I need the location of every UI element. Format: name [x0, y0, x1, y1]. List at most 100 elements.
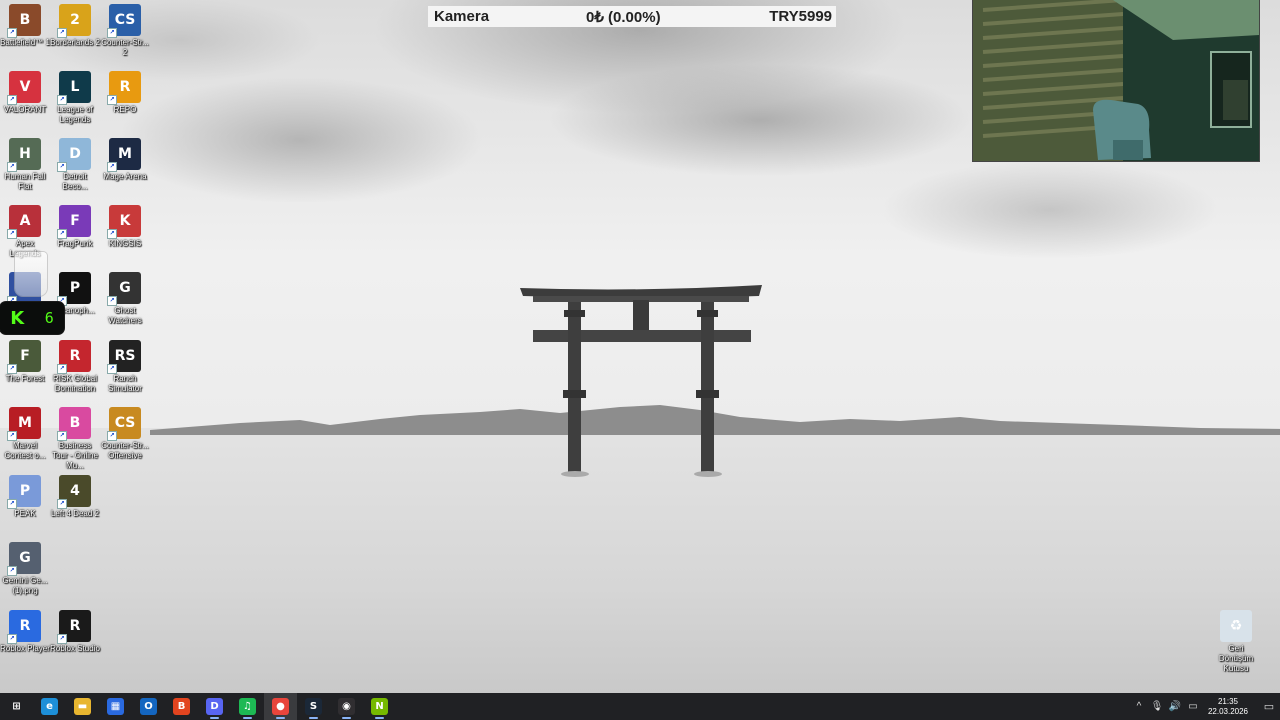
- desktop-icon[interactable]: R ↗ REPO: [100, 71, 150, 115]
- desktop-icon-image: B ↗: [57, 407, 91, 441]
- desktop-icon[interactable]: L ↗ League of Legends: [50, 71, 100, 125]
- desktop-icon[interactable]: F ↗ The Forest: [0, 340, 50, 384]
- taskbar-file-explorer[interactable]: ▬: [66, 693, 99, 720]
- desktop-icon[interactable]: D ↗ Detroit Beco...: [50, 138, 100, 192]
- desktop-icon-label: Mage Arena: [103, 172, 147, 181]
- desktop-icon-image: M ↗: [7, 407, 41, 441]
- desktop-icon-image: CS ↗: [107, 407, 141, 441]
- desktop-icon-image: 2 ↗: [57, 4, 91, 38]
- desktop-icon-image: G ↗: [107, 272, 141, 306]
- desktop-icon[interactable]: H ↗ Human Fall Flat: [0, 138, 50, 192]
- desktop-icon-glyph: G: [19, 550, 31, 566]
- desktop-icon-label: Counter-Str... Offensive: [101, 441, 149, 460]
- desktop-icon-image: R ↗: [57, 340, 91, 374]
- desktop-icon-image: ♻: [1220, 610, 1252, 642]
- shortcut-arrow-icon: ↗: [107, 28, 117, 38]
- shortcut-arrow-icon: ↗: [57, 499, 67, 509]
- brave-icon: B: [173, 698, 190, 715]
- taskbar-spotify[interactable]: ♫: [231, 693, 264, 720]
- tray-overflow-chevron-icon[interactable]: ^: [1131, 701, 1147, 712]
- desktop-icon-label: PEAK: [14, 509, 36, 518]
- taskbar-steam[interactable]: S: [297, 693, 330, 720]
- desktop-icon-glyph: K: [119, 213, 131, 229]
- desktop-icon[interactable]: R ↗ Roblox Studio: [50, 610, 100, 654]
- shortcut-arrow-icon: ↗: [107, 162, 117, 172]
- kick-count: 6: [44, 309, 54, 327]
- desktop-icon-label: Marvel Contest o...: [4, 441, 46, 460]
- desktop-icon[interactable]: A↗Apex Legends: [0, 205, 50, 259]
- taskbar-brave[interactable]: B: [165, 693, 198, 720]
- desktop-icon[interactable]: RS ↗ Ranch Simulator: [100, 340, 150, 394]
- desktop-icon[interactable]: G ↗ Ghost Watchers: [100, 272, 150, 326]
- spotify-icon: ♫: [239, 698, 256, 715]
- taskbar-edge[interactable]: e: [33, 693, 66, 720]
- desktop-icon-image: K ↗: [107, 205, 141, 239]
- desktop-icon-image: M ↗: [107, 138, 141, 172]
- desktop-icon-label: VALORANT: [3, 105, 47, 114]
- webcam-overlay: [973, 0, 1259, 161]
- taskbar-start-button[interactable]: ⊞: [0, 693, 33, 720]
- shortcut-arrow-icon: ↗: [57, 364, 67, 374]
- desktop-icon-glyph: F: [20, 348, 30, 364]
- desktop-icon[interactable]: G ↗ Gemini Ge... (1).png: [0, 542, 50, 596]
- desktop-icon-image: F ↗: [57, 205, 91, 239]
- desktop-icon[interactable]: CS ↗ Counter-Str... 2: [100, 4, 150, 58]
- shortcut-arrow-icon: ↗: [7, 566, 17, 576]
- shortcut-arrow-icon: ↗: [107, 229, 117, 239]
- desktop-icon[interactable]: ♻ Geri Dönüşüm Kutusu: [1211, 610, 1261, 674]
- desktop-icon-image: R ↗: [7, 610, 41, 644]
- network-icon[interactable]: ▭: [1185, 701, 1201, 712]
- taskbar-clock[interactable]: 21:35 22.03.2026: [1208, 697, 1248, 717]
- desktop-icon-glyph: L: [70, 79, 80, 95]
- desktop-icon[interactable]: B ↗ Battlefield™ 1: [0, 4, 50, 48]
- taskbar-discord[interactable]: D: [198, 693, 231, 720]
- notification-center-icon[interactable]: ▭: [1258, 700, 1280, 713]
- desktop-icon[interactable]: R ↗ Roblox Player: [0, 610, 50, 654]
- desktop-icon-glyph: 2: [70, 12, 80, 28]
- shortcut-arrow-icon: ↗: [57, 634, 67, 644]
- shortcut-arrow-icon: ↗: [107, 95, 117, 105]
- desktop-icon-glyph: D: [69, 146, 81, 162]
- shortcut-arrow-icon: ↗: [107, 296, 117, 306]
- desktop-icon-image: RS ↗: [107, 340, 141, 374]
- desktop-icon-glyph: CS: [114, 12, 136, 28]
- microsoft-store-icon: ▦: [107, 698, 124, 715]
- desktop-icon[interactable]: M ↗ Marvel Contest o...: [0, 407, 50, 461]
- desktop-icon-glyph: G: [119, 280, 131, 296]
- desktop-icon[interactable]: CS ↗ Counter-Str... Offensive: [100, 407, 150, 461]
- desktop-icon-image: L ↗: [57, 71, 91, 105]
- desktop-icon[interactable]: V ↗ VALORANT: [0, 71, 50, 115]
- steam-icon: S: [305, 698, 322, 715]
- donation-goal-bar: Kamera 0₺ (0.00%) TRY5999: [428, 6, 836, 27]
- shortcut-arrow-icon: ↗: [7, 499, 17, 509]
- goal-target: TRY5999: [769, 8, 832, 25]
- taskbar-chrome[interactable]: ●: [264, 693, 297, 720]
- volume-icon[interactable]: 🔊: [1167, 701, 1183, 712]
- desktop-icon[interactable]: B ↗ Business Tour - Online Mu...: [50, 407, 100, 471]
- desktop-icon-glyph: F: [70, 213, 80, 229]
- start-button-icon: ⊞: [8, 698, 25, 715]
- goal-label: Kamera: [434, 8, 490, 25]
- microphone-icon[interactable]: 🎙: [1149, 701, 1165, 712]
- desktop-icon-glyph: M: [118, 146, 132, 162]
- desktop-icon[interactable]: 2 ↗ Borderlands 2: [50, 4, 100, 48]
- desktop-icon-image: A ↗: [7, 205, 41, 239]
- desktop-icon-label: KINGSIS: [108, 239, 142, 248]
- desktop-icon[interactable]: K ↗ KINGSIS: [100, 205, 150, 249]
- chrome-icon: ●: [272, 698, 289, 715]
- desktop-icon-glyph: A: [19, 213, 31, 229]
- desktop-icon[interactable]: F ↗ FragPunk: [50, 205, 100, 249]
- desktop-icon[interactable]: M ↗ Mage Arena: [100, 138, 150, 182]
- edge-icon: e: [41, 698, 58, 715]
- taskbar-outlook[interactable]: O: [132, 693, 165, 720]
- desktop-icon-glyph: ♻: [1229, 618, 1243, 634]
- shortcut-arrow-icon: ↗: [7, 95, 17, 105]
- taskbar-obs[interactable]: ◉: [330, 693, 363, 720]
- taskbar-microsoft-store[interactable]: ▦: [99, 693, 132, 720]
- desktop-icon[interactable]: 4 ↗ Left 4 Dead 2: [50, 475, 100, 519]
- desktop-icon[interactable]: P ↗ PEAK: [0, 475, 50, 519]
- desktop-icon-label: Left 4 Dead 2: [50, 509, 100, 518]
- desktop-icon-image: D ↗: [57, 138, 91, 172]
- taskbar-nvidia[interactable]: N: [363, 693, 396, 720]
- desktop-icon[interactable]: R ↗ RISK Global Domination: [50, 340, 100, 394]
